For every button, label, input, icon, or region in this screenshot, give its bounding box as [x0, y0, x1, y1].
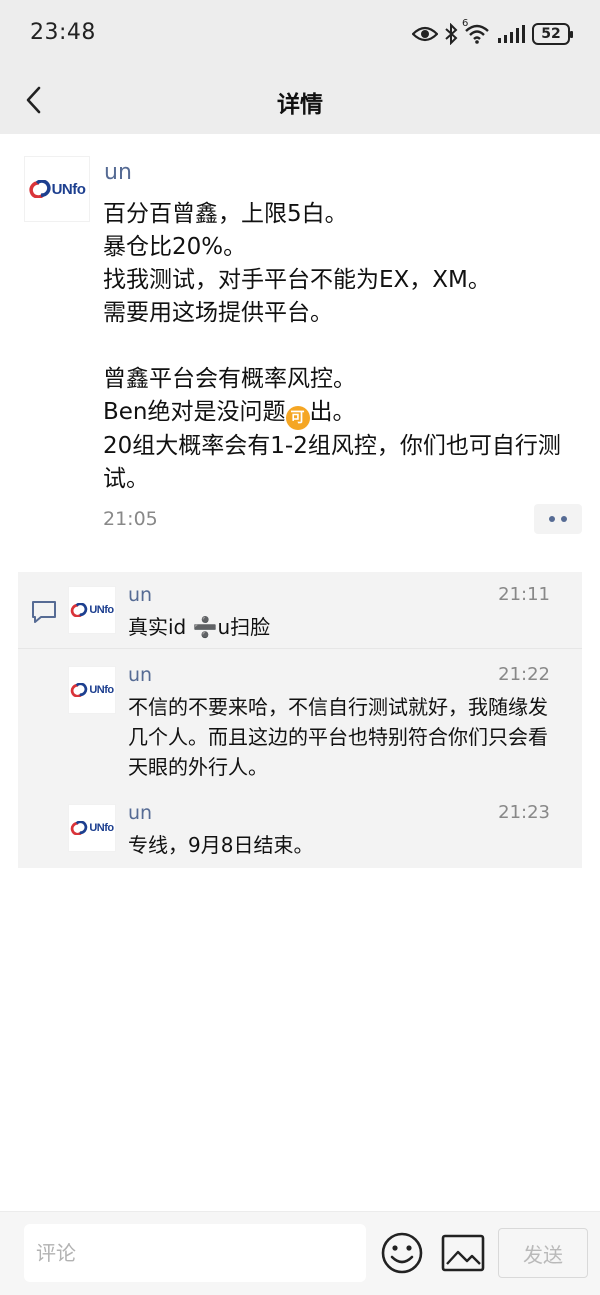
avatar[interactable]: UNfo	[68, 586, 116, 634]
comment-text: 不信的不要来哈，不信自行测试就好，我随缘发几个人。而且这边的平台也特别符合你们只…	[128, 695, 548, 779]
bottom-bar: 发送	[0, 1211, 600, 1295]
emoji-icon: 可	[285, 406, 310, 430]
comment-author[interactable]: un	[128, 664, 152, 686]
bluetooth-icon	[444, 23, 458, 45]
status-time: 23:48	[30, 20, 96, 45]
post-line-text: Ben绝对是没问题	[103, 399, 286, 425]
page-title: 详情	[277, 92, 323, 118]
post-line: 20组大概率会有1-2组风控，你们也可自行测试。	[103, 433, 561, 492]
post-line	[103, 330, 578, 363]
comment-time: 21:23	[498, 802, 550, 823]
post-time: 21:05	[103, 508, 158, 530]
post-line: 需要用这场提供平台。	[103, 300, 333, 326]
post-line: Ben绝对是没问题可出。	[103, 396, 578, 430]
wifi-icon: 6	[462, 18, 490, 44]
signal-icon	[496, 24, 526, 44]
more-dots-icon	[549, 516, 555, 522]
more-dots-icon	[561, 516, 567, 522]
logo-text: UNfo	[89, 822, 114, 834]
comment-input[interactable]	[24, 1224, 366, 1282]
logo-text: UNfo	[51, 180, 86, 198]
image-button[interactable]	[441, 1233, 485, 1273]
battery-level: 52	[541, 26, 561, 42]
comment-item[interactable]: UNfo un 21:11 真实id ➗u扫脸	[18, 572, 582, 648]
divider	[18, 648, 582, 649]
send-button[interactable]: 发送	[498, 1228, 588, 1278]
more-button[interactable]	[534, 504, 582, 534]
comment-time: 21:22	[498, 664, 550, 685]
smiley-icon	[381, 1232, 423, 1274]
eye-icon	[412, 25, 438, 43]
avatar[interactable]: UNfo	[68, 666, 116, 714]
post-line-suffix: 出。	[309, 399, 356, 425]
post-line: 曾鑫平台会有概率风控。	[103, 366, 356, 392]
image-icon	[441, 1234, 485, 1272]
logo-text: UNfo	[89, 684, 114, 696]
comments-section: UNfo un 21:11 真实id ➗u扫脸 UNfo un 21:22 不信…	[18, 572, 582, 868]
logo-mark-icon	[29, 180, 51, 198]
comment-item[interactable]: UNfo un 21:23 专线，9月8日结束。	[18, 790, 582, 866]
nav-bar: 详情	[0, 68, 600, 134]
status-bar: 23:48 6 52	[0, 0, 600, 68]
logo-text: UNfo	[89, 604, 114, 616]
post-line: 找我测试，对手平台不能为EX，XM。	[103, 267, 491, 293]
comment-time: 21:11	[498, 584, 550, 605]
logo-mark-icon	[71, 603, 88, 617]
logo-mark-icon	[71, 683, 88, 697]
battery-icon: 52	[532, 23, 573, 45]
status-icons: 6 52	[412, 18, 573, 48]
comment-author[interactable]: un	[128, 802, 152, 824]
avatar[interactable]: UNfo	[24, 156, 90, 222]
post-author[interactable]: un	[104, 160, 132, 185]
emoji-button[interactable]	[380, 1231, 424, 1275]
wifi-label: 6	[462, 18, 469, 29]
post-line: 百分百曾鑫，上限5白。	[103, 201, 348, 227]
comment-text: 真实id ➗u扫脸	[128, 615, 271, 639]
comment-text: 专线，9月8日结束。	[128, 833, 314, 857]
comment-item[interactable]: UNfo un 21:22 不信的不要来哈，不信自行测试就好，我随缘发几个人。而…	[18, 652, 582, 782]
post-line: 暴仓比20%。	[103, 234, 247, 260]
comment-author[interactable]: un	[128, 584, 152, 606]
avatar[interactable]: UNfo	[68, 804, 116, 852]
post-body: 百分百曾鑫，上限5白。 暴仓比20%。 找我测试，对手平台不能为EX，XM。 需…	[103, 198, 578, 496]
logo-mark-icon	[71, 821, 88, 835]
